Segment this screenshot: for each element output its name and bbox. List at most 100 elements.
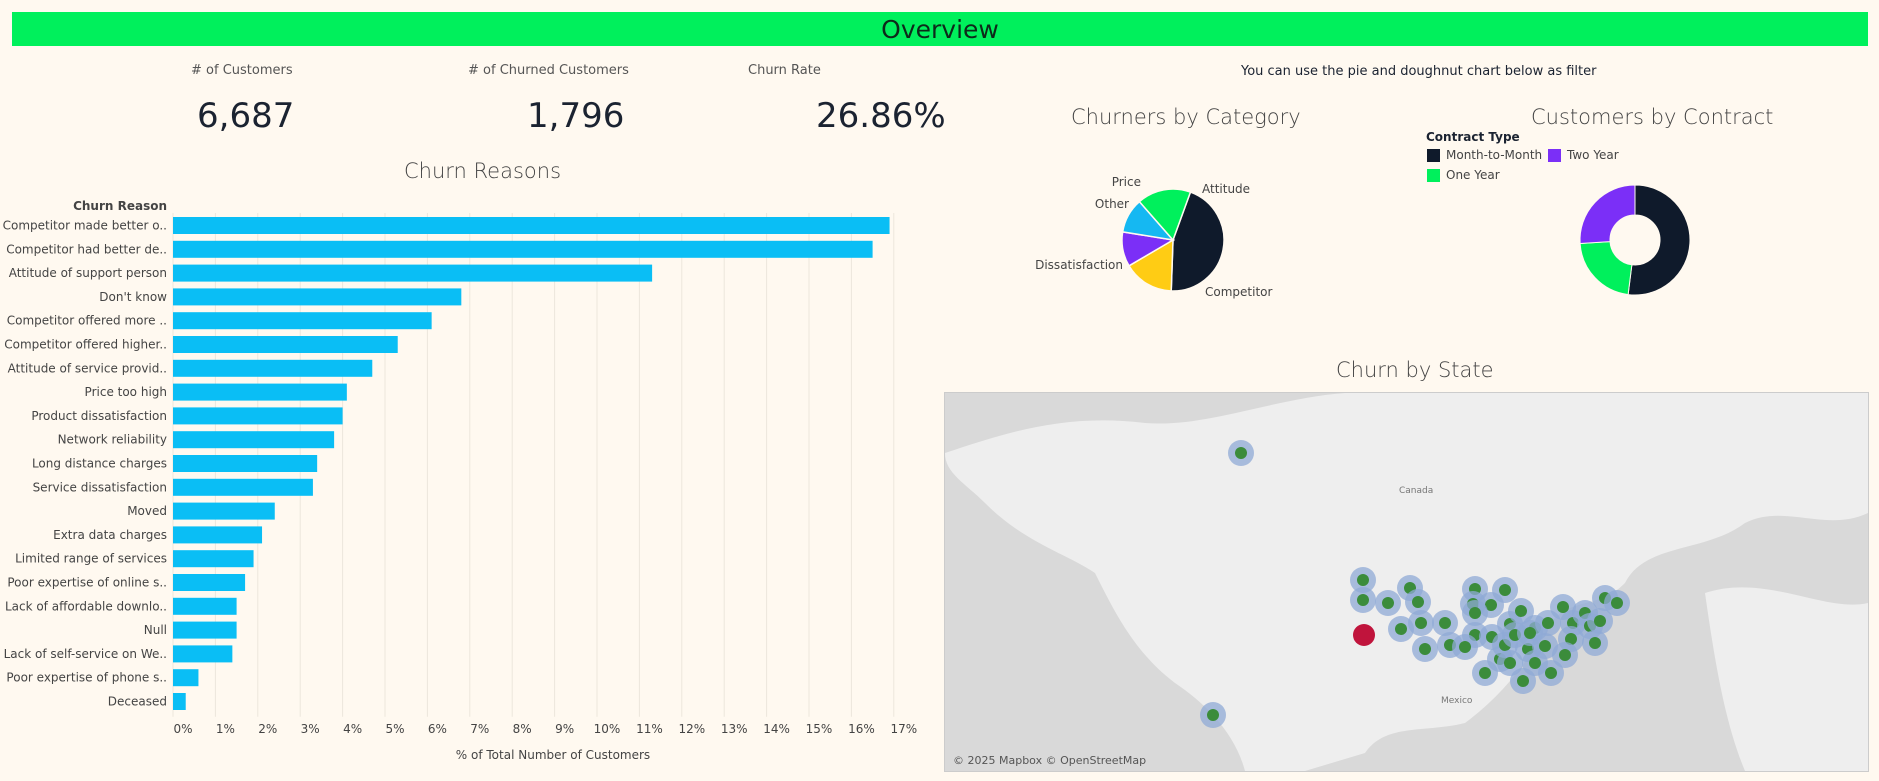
state-marker[interactable] — [1207, 709, 1219, 721]
x-tick-label: 12% — [678, 722, 705, 736]
kpi-churn-rate-label: Churn Rate — [748, 63, 821, 78]
state-marker[interactable] — [1479, 667, 1491, 679]
state-marker[interactable] — [1611, 597, 1623, 609]
state-marker[interactable] — [1357, 574, 1369, 586]
legend-month-to-month[interactable]: Month-to-Month — [1427, 148, 1542, 162]
category-label: Poor expertise of phone s.. — [6, 671, 167, 685]
bar[interactable] — [173, 621, 237, 639]
state-marker[interactable] — [1557, 601, 1569, 613]
state-marker[interactable] — [1357, 594, 1369, 606]
state-marker[interactable] — [1382, 597, 1394, 609]
page-title: Overview — [881, 14, 999, 44]
state-marker[interactable] — [1589, 637, 1601, 649]
legend-label: Two Year — [1567, 148, 1619, 162]
state-marker[interactable] — [1524, 627, 1536, 639]
x-tick-label: 17% — [890, 722, 917, 736]
bar[interactable] — [173, 526, 263, 544]
category-label: Deceased — [108, 695, 167, 709]
bar[interactable] — [173, 359, 373, 377]
pie-slice-label: Other — [1095, 197, 1129, 211]
category-label: Null — [144, 623, 167, 637]
bar[interactable] — [173, 336, 398, 353]
legend-swatch-icon — [1427, 148, 1440, 162]
x-tick-label: 1% — [216, 722, 235, 736]
legend-two-year[interactable]: Two Year — [1548, 148, 1619, 162]
churners-by-category-title: Churners by Category — [1071, 105, 1301, 129]
state-marker[interactable] — [1419, 643, 1431, 655]
state-marker[interactable] — [1559, 649, 1571, 661]
state-marker[interactable] — [1412, 596, 1424, 608]
legend-one-year[interactable]: One Year — [1427, 168, 1500, 182]
bar[interactable] — [173, 407, 343, 425]
pie-slice-label: Attitude — [1202, 182, 1250, 196]
x-tick-label: 8% — [513, 722, 532, 736]
pie-slice-label: Dissatisfaction — [1035, 258, 1123, 272]
churners-by-category-pie[interactable]: Competitor Dissatisfaction Other Price Attit… — [1030, 170, 1290, 320]
map-credit: © 2025 Mapbox © OpenStreetMap — [953, 754, 1147, 767]
state-marker[interactable] — [1517, 675, 1529, 687]
state-marker[interactable] — [1539, 640, 1551, 652]
churn-by-state-map[interactable]: Canada Mexico © 2025 Mapbox © OpenStreet… — [944, 392, 1869, 772]
customers-by-contract-donut[interactable] — [1579, 182, 1700, 302]
bar[interactable] — [173, 431, 335, 449]
category-label: Extra data charges — [53, 528, 167, 542]
category-label: Lack of affordable downlo.. — [5, 599, 167, 613]
x-tick-label: 7% — [470, 722, 489, 736]
legend-swatch-icon — [1427, 168, 1440, 182]
contract-legend-title: Contract Type — [1426, 130, 1520, 144]
category-label: Product dissatisfaction — [31, 409, 167, 423]
kpi-customers-value: 6,687 — [197, 96, 295, 136]
bar[interactable] — [173, 597, 237, 615]
state-marker[interactable] — [1504, 657, 1516, 669]
bar[interactable] — [173, 383, 347, 401]
x-tick-label: 9% — [555, 722, 574, 736]
bar[interactable] — [173, 455, 318, 472]
churn-reasons-title: Churn Reasons — [404, 159, 562, 183]
bar[interactable] — [173, 645, 233, 663]
state-marker[interactable] — [1469, 607, 1481, 619]
bar[interactable] — [173, 312, 432, 330]
x-tick-label: 2% — [258, 722, 277, 736]
bar[interactable] — [173, 217, 890, 234]
bar[interactable] — [173, 574, 246, 591]
kpi-churned-label: # of Churned Customers — [468, 63, 629, 78]
legend-swatch-icon — [1548, 148, 1561, 162]
bar[interactable] — [173, 550, 254, 568]
state-marker[interactable] — [1529, 657, 1541, 669]
category-label: Competitor had better de.. — [6, 242, 167, 256]
kpi-churn-rate-value: 26.86% — [816, 96, 946, 136]
category-label: Attitude of support person — [9, 266, 167, 280]
donut-segment[interactable] — [1579, 241, 1633, 296]
donut-segment[interactable] — [1627, 184, 1691, 296]
state-marker[interactable] — [1545, 667, 1557, 679]
state-marker[interactable] — [1499, 584, 1511, 596]
bar[interactable] — [173, 240, 873, 258]
churn-reasons-chart[interactable]: Churn Reason 0% 1% 2% 3% 4% 5% 6% 7% 8% 9% 10% 11% 12… — [0, 195, 930, 770]
category-label: Limited range of services — [15, 552, 167, 566]
map-canvas: Canada Mexico — [945, 393, 1868, 771]
bar[interactable] — [173, 693, 186, 710]
bar[interactable] — [173, 502, 275, 520]
state-marker[interactable] — [1515, 605, 1527, 617]
state-marker[interactable] — [1395, 623, 1407, 635]
x-tick-label: 11% — [636, 722, 663, 736]
bar[interactable] — [173, 669, 199, 687]
state-marker[interactable] — [1459, 641, 1471, 653]
pie-slice-label: Price — [1112, 175, 1141, 189]
churn-by-state-title: Churn by State — [1336, 358, 1494, 382]
state-marker[interactable] — [1594, 615, 1606, 627]
bar[interactable] — [173, 478, 313, 496]
kpi-customers-label: # of Customers — [191, 63, 293, 78]
donut-segment[interactable] — [1579, 184, 1636, 244]
x-tick-label: 5% — [385, 722, 404, 736]
state-marker[interactable] — [1235, 447, 1247, 459]
state-marker[interactable] — [1542, 617, 1554, 629]
bar[interactable] — [173, 288, 462, 306]
bar[interactable] — [173, 264, 653, 282]
category-label: Competitor made better o.. — [3, 219, 167, 233]
state-marker-highlight[interactable] — [1353, 624, 1375, 646]
pie-slice-label: Competitor — [1205, 285, 1272, 299]
category-label: Competitor offered more .. — [7, 314, 167, 328]
state-marker[interactable] — [1439, 617, 1451, 629]
state-marker[interactable] — [1415, 617, 1427, 629]
